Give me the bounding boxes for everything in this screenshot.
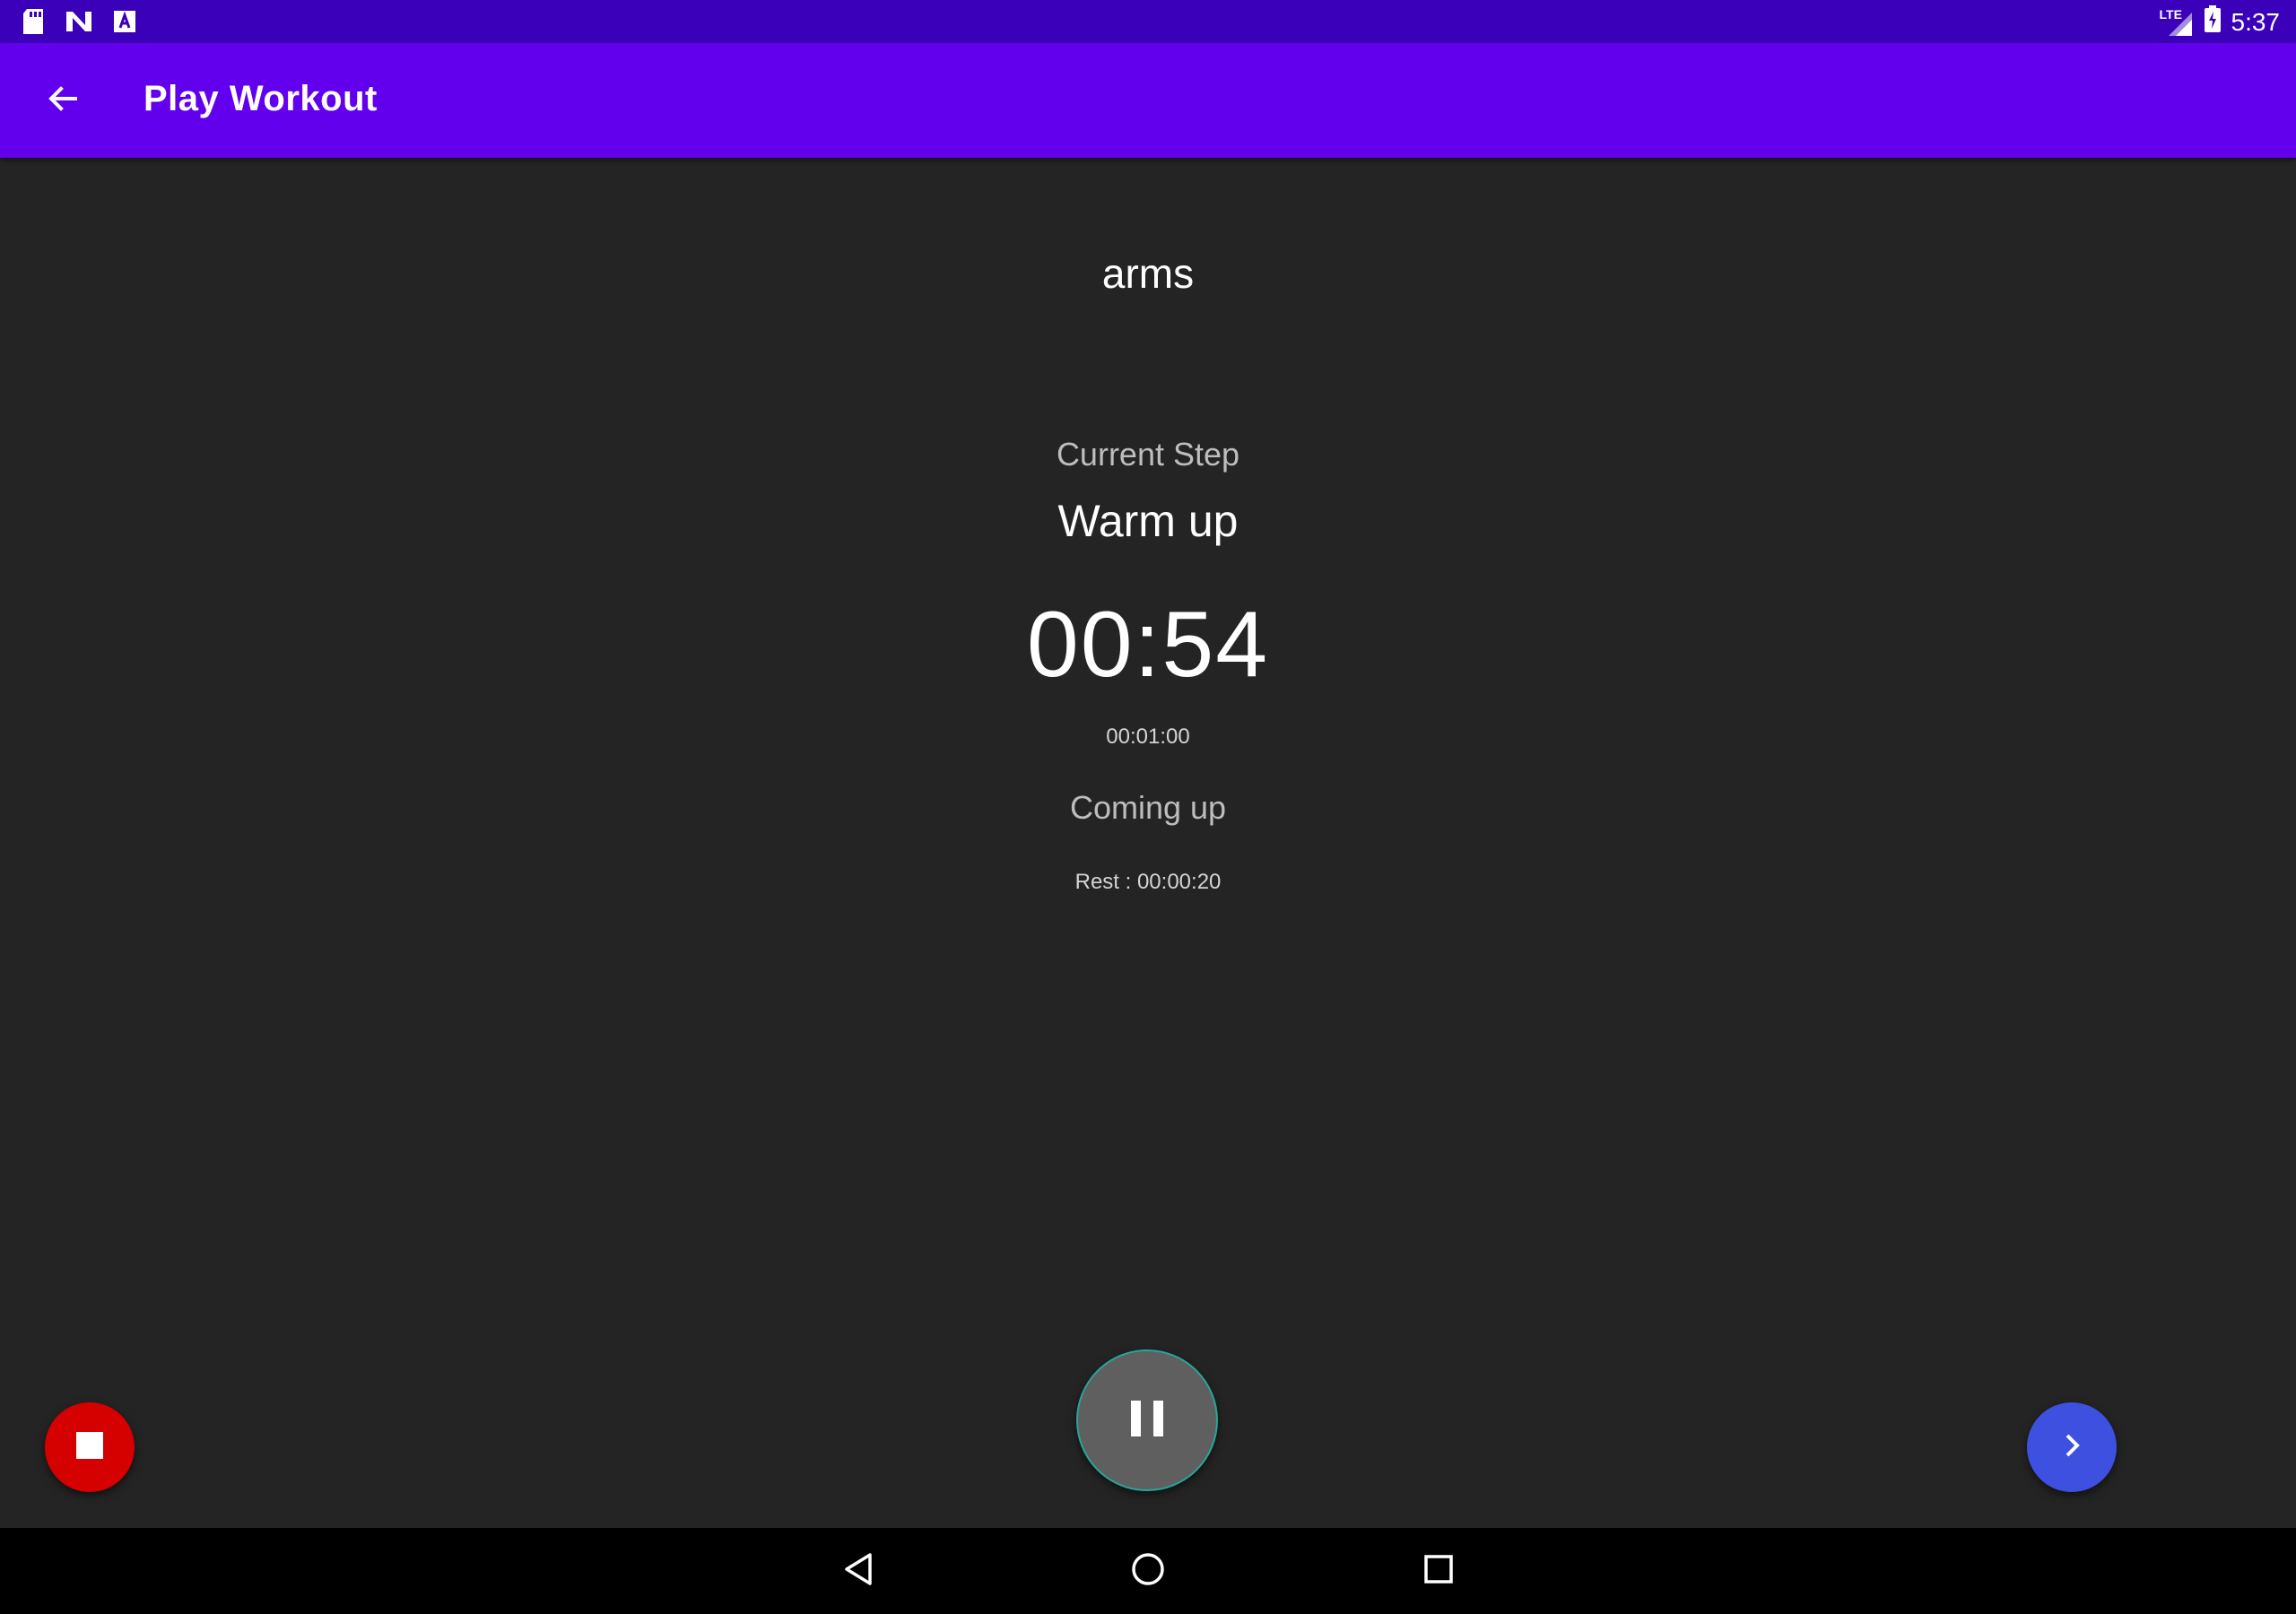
clock: 5:37 (2231, 7, 2281, 36)
step-duration: 00:01:00 (1106, 725, 1190, 749)
coming-up-label: Coming up (1069, 789, 1227, 826)
home-circle-icon (1130, 1551, 1166, 1592)
next-step-button[interactable] (2027, 1402, 2117, 1492)
app-bar: Play Workout (0, 43, 2296, 158)
workout-name: arms (1101, 250, 1195, 297)
current-step-label: Current Step (1056, 436, 1240, 473)
status-bar: LTE 5:37 (0, 0, 2296, 43)
next-step: Rest : 00:00:20 (1074, 870, 1222, 894)
lte-signal-icon: LTE (2160, 7, 2194, 38)
n-notification-icon (65, 10, 93, 38)
page-title: Play Workout (144, 79, 378, 118)
back-button[interactable] (29, 66, 97, 134)
status-bar-system: LTE 5:37 (2160, 5, 2281, 39)
back-triangle-icon (841, 1551, 877, 1592)
nav-back-button[interactable] (829, 1540, 890, 1601)
a-notification-icon (113, 10, 136, 38)
status-bar-notifications (22, 9, 136, 39)
nav-recents-button[interactable] (1408, 1540, 1469, 1601)
stop-icon (76, 1431, 103, 1463)
remaining-timer: 00:54 (1026, 593, 1270, 697)
sd-card-icon (22, 9, 45, 39)
pause-button[interactable] (1076, 1349, 1218, 1491)
system-nav-bar (0, 1528, 2296, 1614)
recents-square-icon (1422, 1553, 1455, 1590)
pause-icon (1129, 1399, 1165, 1443)
arrow-back-icon (45, 81, 81, 121)
stop-button[interactable] (45, 1402, 135, 1492)
chevron-right-icon (2058, 1432, 2085, 1463)
current-step-name: Warm up (1057, 496, 1239, 546)
nav-home-button[interactable] (1118, 1540, 1178, 1601)
battery-charging-icon (2204, 5, 2221, 39)
